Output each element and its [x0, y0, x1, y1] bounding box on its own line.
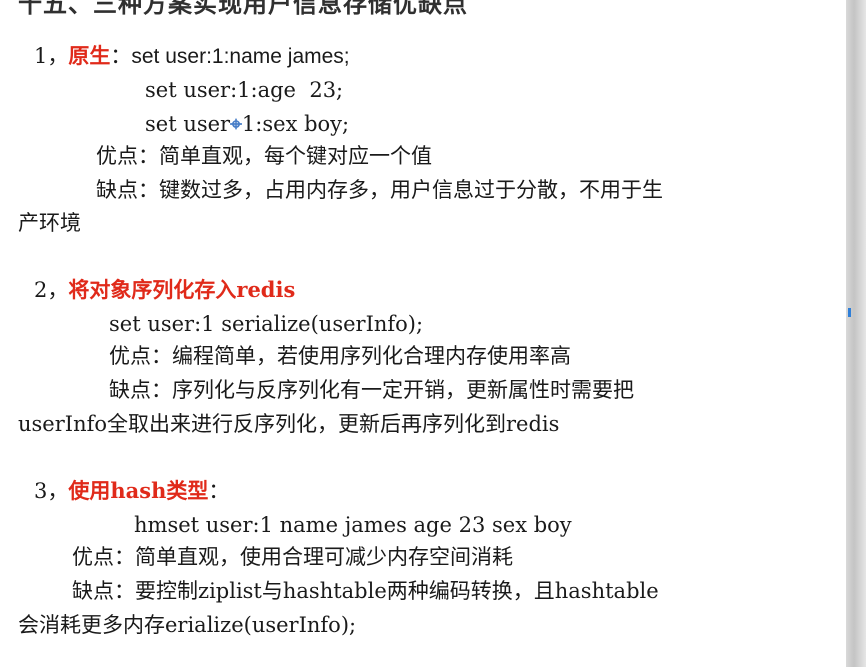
section-1-command-2: set user:1:age 23;: [145, 78, 344, 102]
text-cursor-icon: ⌖: [230, 111, 242, 136]
section-2-title: 将对象序列化存入redis: [68, 277, 296, 302]
section-2-pros: 优点：编程简单，若使用序列化合理内存使用率高: [109, 344, 571, 368]
section-3-number: 3，: [34, 479, 69, 503]
section-2-number: 2，: [34, 278, 69, 302]
section-3-pros: 优点：简单直观，使用合理可减少内存空间消耗: [72, 545, 513, 569]
section-2-cons-line-2: userInfo全取出来进行反序列化，更新后再序列化到redis: [18, 412, 560, 436]
section-2-command: set user:1 serialize(userInfo);: [109, 312, 424, 336]
section-1-cons-line-1: 缺点：键数过多，占用内存多，用户信息过于分散，不用于生: [96, 178, 663, 202]
section-1-pros: 优点：简单直观，每个键对应一个值: [96, 144, 432, 168]
section-3-colon: ：: [208, 479, 230, 503]
blue-marker-icon: [848, 308, 851, 317]
section-3-cons-line-2: 会消耗更多内存erialize(userInfo);: [18, 613, 357, 637]
section-3-title: 使用hash类型: [68, 478, 209, 503]
section-1-cons-line-2: 产环境: [18, 211, 81, 235]
page-heading: 十五、三种方案实现用户信息存储优缺点: [18, 0, 468, 18]
section-2-title-line: 2，将对象序列化存入redis: [34, 276, 295, 304]
section-3-cons-line-1: 缺点：要控制ziplist与hashtable两种编码转换，且hashtable: [72, 579, 659, 603]
section-1-command-3-part-b: 1:sex boy;: [241, 112, 350, 136]
section-1-colon: ：: [110, 44, 132, 68]
section-1-command-3: set user⌖1:sex boy;: [145, 110, 349, 138]
right-panel-edge: [846, 0, 866, 667]
section-3-command: hmset user:1 name james age 23 sex boy: [134, 513, 572, 537]
section-1-title: 原生: [68, 43, 111, 68]
section-1-title-line: 1，原生：set user:1:name james;: [34, 42, 350, 71]
section-1-command-1: set user:1:name james;: [131, 45, 350, 68]
section-2-cons-line-1: 缺点：序列化与反序列化有一定开销，更新属性时需要把: [109, 378, 634, 402]
section-1-command-3-part-a: set user: [145, 112, 231, 136]
section-3-title-line: 3，使用hash类型：: [34, 477, 229, 505]
section-1-number: 1，: [34, 44, 69, 68]
